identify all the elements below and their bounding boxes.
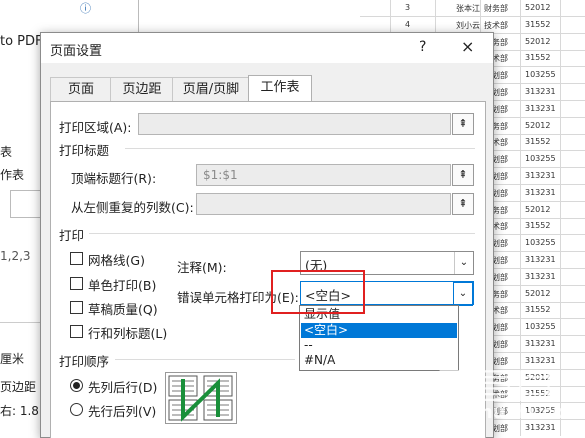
top-rows-value: $1:$1 [203, 168, 238, 182]
table-cell: 103255 [525, 154, 556, 164]
down-then-over-label: 先列后行(D) [88, 380, 158, 395]
table-cell: 31552 [525, 221, 551, 231]
table-cell: 103255 [525, 238, 556, 248]
chevron-down-icon[interactable]: ⌄ [453, 282, 473, 306]
dialog-title: 页面设置 [50, 44, 103, 59]
close-button[interactable]: × [461, 37, 474, 56]
table-cell: 313231 [525, 255, 556, 264]
table-cell: 313231 [525, 103, 556, 113]
tab-margins[interactable]: 页边距 [110, 77, 174, 102]
table-cell: 52012 [525, 3, 551, 12]
print-area-label: 打印区域(A): [59, 120, 132, 135]
dropdown-option-na[interactable]: #N/A [301, 353, 457, 368]
top-rows-label: 顶端标题行(R): [71, 171, 157, 186]
info-icon: ⓘ [80, 2, 91, 15]
table-cell: 313231 [525, 187, 556, 197]
table-cell: 52012 [525, 36, 551, 46]
table-cell: 财务部 [484, 4, 508, 13]
print-area-input[interactable] [138, 113, 451, 135]
collapse-dialog-icon[interactable]: ⇞ [452, 164, 474, 186]
over-then-down-label: 先行后列(V) [88, 404, 157, 419]
margin-text: 页边距 [0, 380, 37, 394]
group-divider [115, 359, 295, 360]
table-cell: 31552 [525, 305, 551, 315]
group-divider [125, 148, 475, 149]
print-group-label: 打印 [59, 228, 85, 243]
sheet-label: 表 [0, 145, 13, 159]
margin-right-text: 右: 1.8 [0, 404, 39, 418]
top-rows-input[interactable]: $1:$1 [196, 164, 451, 186]
table-cell: 313231 [525, 171, 556, 180]
print-preview-box[interactable] [10, 190, 42, 218]
order-group-label: 打印顺序 [59, 354, 110, 369]
divider [0, 322, 40, 323]
title-bar: 页面设置 ? × [41, 33, 493, 63]
page-setup-dialog: 页面设置 ? × 页面 页边距 页眉/页脚 工作表 打印区域(A): ⇞ 打印标… [40, 32, 494, 438]
draft-checkbox[interactable] [70, 301, 83, 314]
errors-dropdown-list[interactable]: 显示值 <空白> -- #N/A [299, 305, 459, 371]
headings-label: 行和列标题(L) [88, 326, 168, 341]
export-pdf-text: to PDF [0, 34, 43, 49]
left-cols-label: 从左侧重复的列数(C): [71, 200, 194, 215]
table-cell: 技术部 [484, 20, 508, 30]
table-cell: 103255 [525, 322, 556, 332]
headings-checkbox[interactable] [70, 325, 83, 338]
tab-header-footer[interactable]: 页眉/页脚 [172, 77, 250, 102]
dropdown-option-blank[interactable]: <空白> [301, 323, 457, 338]
comments-label: 注释(M): [177, 260, 227, 275]
watermark-logo: ▤▤▤ [436, 360, 556, 406]
left-cols-input[interactable] [196, 193, 451, 215]
table-cell: 52012 [525, 204, 551, 214]
over-then-down-radio[interactable] [70, 403, 83, 416]
table-cell: 103255 [525, 70, 556, 80]
mono-label: 单色打印(B) [88, 278, 157, 293]
down-then-over-radio[interactable] [70, 379, 83, 392]
divider [138, 0, 139, 36]
table-cell: 52012 [525, 120, 551, 130]
sheet-label-2: 作表 [0, 168, 25, 182]
page-order-preview-icon [165, 372, 237, 424]
table-cell: 31552 [525, 137, 551, 147]
mono-checkbox[interactable] [70, 277, 83, 290]
collapse-dialog-icon[interactable]: ⇞ [452, 113, 474, 135]
collapse-dialog-icon[interactable]: ⇞ [452, 193, 474, 215]
table-cell: 3 [405, 3, 411, 12]
table-cell: 刘小云 [456, 20, 480, 30]
tab-page[interactable]: 页面 [50, 77, 112, 102]
gridlines-label: 网格线(G) [88, 253, 145, 268]
table-cell: 313231 [525, 271, 556, 281]
draft-label: 草稿质量(Q) [88, 302, 158, 317]
table-cell: 4 [405, 19, 411, 29]
watermark-text: zhizhuzhi.com [440, 402, 584, 423]
table-row: 3 张本江 财务部 52012 [360, 0, 585, 17]
table-cell: 张本江 [456, 4, 480, 13]
table-cell: 31552 [525, 19, 551, 29]
table-cell: 52012 [525, 288, 551, 298]
tab-sheet[interactable]: 工作表 [248, 75, 312, 103]
gridlines-checkbox[interactable] [70, 252, 83, 265]
group-divider [89, 233, 475, 234]
table-cell: 313231 [525, 339, 556, 348]
table-cell: 313231 [525, 87, 556, 96]
help-button[interactable]: ? [419, 39, 426, 55]
highlight-annotation-box [271, 270, 365, 314]
table-cell: 31552 [525, 53, 551, 63]
print-titles-group-label: 打印标题 [59, 143, 110, 158]
unit-text: 厘米 [0, 352, 25, 366]
table-cell: 313231 [525, 423, 556, 432]
chevron-down-icon[interactable]: ⌄ [454, 252, 473, 274]
dropdown-option-dashes[interactable]: -- [301, 338, 457, 353]
pages-input[interactable]: 1,2,3 [0, 249, 31, 263]
